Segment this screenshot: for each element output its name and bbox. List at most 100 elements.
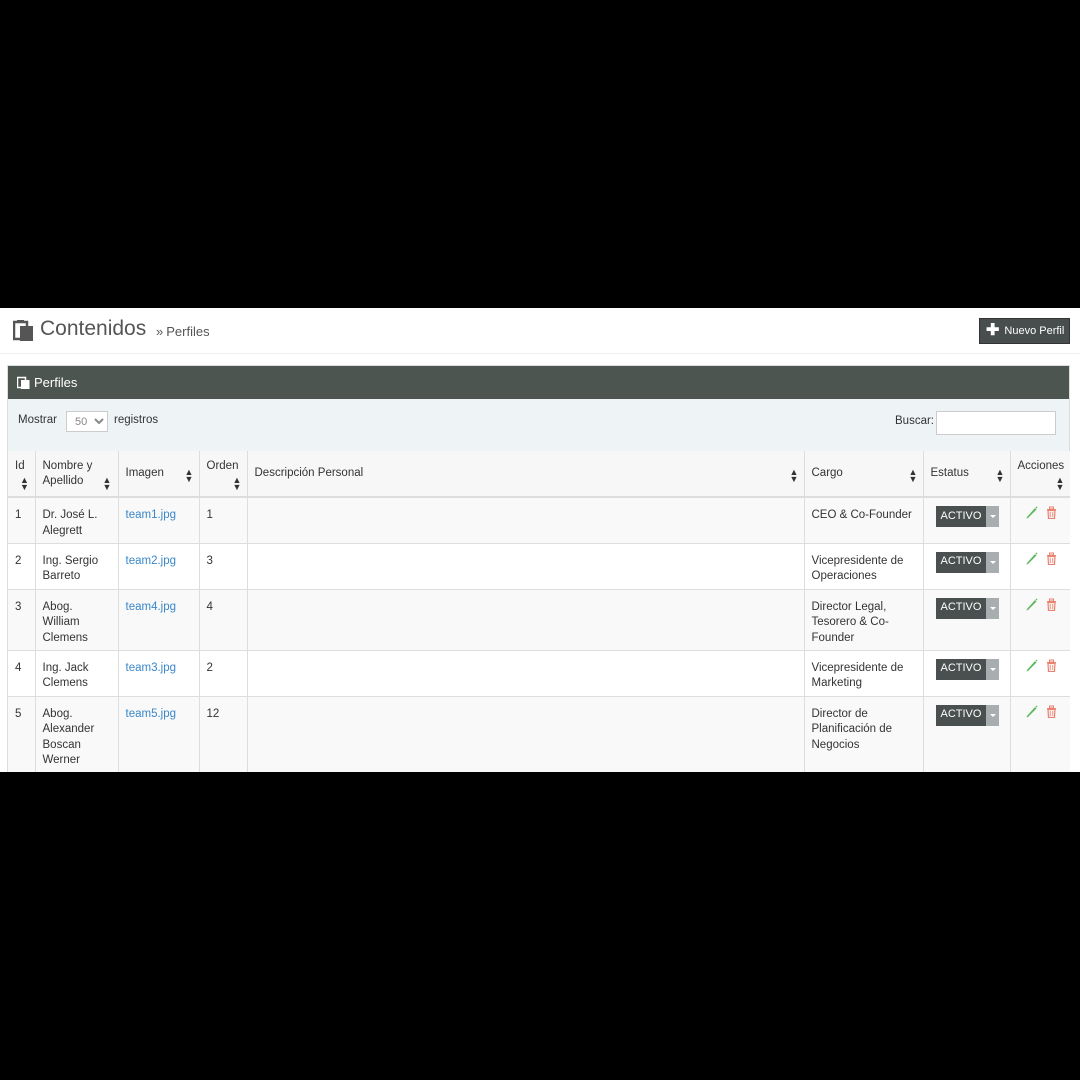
table-row: 3 Abog. William Clemens team4.jpg 4 Dire… bbox=[8, 589, 1070, 651]
plus-icon: ✚ bbox=[986, 322, 1000, 339]
column-header-id[interactable]: Id ▲ ▼ bbox=[8, 451, 36, 498]
image-link[interactable]: team2.jpg bbox=[126, 555, 177, 567]
cell-order: 3 bbox=[199, 543, 248, 590]
status-label[interactable]: ACTIVO bbox=[935, 551, 987, 573]
trash-icon[interactable] bbox=[1045, 552, 1058, 565]
cell-id: 2 bbox=[8, 543, 36, 590]
profiles-panel: Perfiles Mostrar 50 registros Buscar: Id… bbox=[7, 365, 1070, 772]
status-dropdown[interactable]: ACTIVO bbox=[935, 658, 1000, 680]
column-header-position[interactable]: Cargo ▲ ▼ bbox=[804, 451, 924, 498]
trash-icon[interactable] bbox=[1045, 659, 1058, 672]
table-controls: Mostrar 50 registros Buscar: bbox=[8, 399, 1069, 451]
status-label[interactable]: ACTIVO bbox=[935, 506, 987, 527]
caret-down-icon[interactable] bbox=[986, 658, 1000, 680]
column-label: Imagen bbox=[125, 467, 164, 479]
caret-down-icon[interactable] bbox=[986, 704, 1000, 726]
image-link[interactable]: team5.jpg bbox=[126, 708, 177, 720]
status-dropdown[interactable]: ACTIVO bbox=[935, 551, 1000, 573]
cell-id: 4 bbox=[8, 650, 36, 697]
trash-icon[interactable] bbox=[1045, 506, 1058, 519]
pencil-icon[interactable] bbox=[1025, 598, 1038, 611]
sort-icon: ▲ ▼ bbox=[232, 475, 242, 492]
table-row: 5 Abog. Alexander Boscan Werner team5.jp… bbox=[8, 696, 1070, 772]
cell-order: 4 bbox=[199, 589, 248, 651]
pencil-icon[interactable] bbox=[1025, 705, 1038, 718]
sort-icon: ▲ ▼ bbox=[995, 467, 1005, 484]
column-label: Nombre y Apellido bbox=[42, 460, 93, 487]
column-label: Orden bbox=[206, 460, 239, 472]
panel-title: Perfiles bbox=[34, 375, 78, 390]
page-size-select[interactable]: 50 bbox=[66, 411, 108, 432]
column-label: Acciones bbox=[1017, 460, 1065, 472]
show-label: Mostrar bbox=[18, 414, 57, 426]
cell-name: Abog. Alexander Boscan Werner bbox=[35, 696, 119, 772]
image-link[interactable]: team3.jpg bbox=[126, 662, 177, 674]
cell-actions bbox=[1010, 650, 1070, 697]
column-header-status[interactable]: Estatus ▲ ▼ bbox=[923, 451, 1011, 498]
new-profile-label: Nuevo Perfil bbox=[1004, 325, 1065, 337]
status-dropdown[interactable]: ACTIVO bbox=[935, 506, 1000, 527]
caret-down-icon[interactable] bbox=[986, 597, 1000, 619]
column-header-description[interactable]: Descripción Personal ▲ ▼ bbox=[247, 451, 805, 498]
sort-icon: ▲ ▼ bbox=[908, 467, 918, 484]
pencil-icon[interactable] bbox=[1025, 659, 1038, 672]
cell-position: CEO & Co-Founder bbox=[804, 497, 924, 544]
column-label: Estatus bbox=[930, 467, 969, 479]
sort-icon: ▲ ▼ bbox=[1055, 475, 1065, 492]
profiles-table: Id ▲ ▼ Nombre y Apellido ▲ ▼ Imagen ▲ ▼ Ord… bbox=[8, 451, 1070, 772]
breadcrumb-current[interactable]: Perfiles bbox=[166, 324, 209, 339]
cell-status: ACTIVO bbox=[923, 543, 1011, 590]
cell-id: 3 bbox=[8, 589, 36, 651]
status-dropdown[interactable]: ACTIVO bbox=[935, 597, 1000, 619]
sort-icon: ▲ ▼ bbox=[789, 467, 799, 484]
column-header-image[interactable]: Imagen ▲ ▼ bbox=[118, 451, 200, 498]
pencil-icon[interactable] bbox=[1025, 506, 1038, 519]
cell-position: Vicepresidente de Operaciones bbox=[804, 543, 924, 590]
cell-id: 1 bbox=[8, 497, 36, 544]
column-header-name[interactable]: Nombre y Apellido ▲ ▼ bbox=[35, 451, 119, 498]
status-label[interactable]: ACTIVO bbox=[935, 658, 987, 680]
cell-actions bbox=[1010, 497, 1070, 544]
caret-down-icon[interactable] bbox=[986, 551, 1000, 573]
cell-image: team4.jpg bbox=[118, 589, 200, 651]
cell-name: Abog. William Clemens bbox=[35, 589, 119, 651]
trash-icon[interactable] bbox=[1045, 705, 1058, 718]
cell-name: Ing. Sergio Barreto bbox=[35, 543, 119, 590]
image-link[interactable]: team4.jpg bbox=[126, 601, 177, 613]
breadcrumb-separator: » bbox=[156, 324, 164, 339]
documents-icon bbox=[13, 320, 33, 341]
status-dropdown[interactable]: ACTIVO bbox=[935, 704, 1000, 726]
sort-icon: ▲ ▼ bbox=[102, 475, 112, 492]
new-profile-button[interactable]: ✚ Nuevo Perfil bbox=[979, 318, 1070, 344]
sort-icon: ▲ ▼ bbox=[184, 467, 194, 484]
table-row: 1 Dr. José L. Alegrett team1.jpg 1 CEO &… bbox=[8, 497, 1070, 544]
cell-status: ACTIVO bbox=[923, 589, 1011, 651]
cell-image: team3.jpg bbox=[118, 650, 200, 697]
cell-order: 2 bbox=[199, 650, 248, 697]
cell-position: Vicepresidente de Marketing bbox=[804, 650, 924, 697]
column-header-order[interactable]: Orden ▲ ▼ bbox=[199, 451, 248, 498]
status-label[interactable]: ACTIVO bbox=[935, 597, 987, 619]
column-header-actions[interactable]: Acciones ▲ ▼ bbox=[1010, 451, 1070, 498]
cell-actions bbox=[1010, 543, 1070, 590]
cell-description bbox=[247, 589, 805, 651]
search-input[interactable] bbox=[936, 411, 1056, 435]
panel-heading: Perfiles bbox=[8, 366, 1069, 399]
app-window: Contenidos » Perfiles ✚ Nuevo Perfil Perf… bbox=[0, 308, 1080, 772]
cell-order: 1 bbox=[199, 497, 248, 544]
page-header: Contenidos » Perfiles ✚ Nuevo Perfil bbox=[0, 308, 1080, 354]
cell-actions bbox=[1010, 696, 1070, 772]
pencil-icon[interactable] bbox=[1025, 552, 1038, 565]
cell-order: 12 bbox=[199, 696, 248, 772]
cell-name: Dr. José L. Alegrett bbox=[35, 497, 119, 544]
cell-image: team2.jpg bbox=[118, 543, 200, 590]
documents-icon bbox=[17, 376, 30, 389]
status-label[interactable]: ACTIVO bbox=[935, 704, 987, 726]
cell-description bbox=[247, 543, 805, 590]
cell-position: Director Legal, Tesorero & Co-Founder bbox=[804, 589, 924, 651]
trash-icon[interactable] bbox=[1045, 598, 1058, 611]
cell-id: 5 bbox=[8, 696, 36, 772]
image-link[interactable]: team1.jpg bbox=[126, 509, 177, 521]
caret-down-icon[interactable] bbox=[986, 506, 1000, 527]
records-label: registros bbox=[114, 414, 159, 426]
